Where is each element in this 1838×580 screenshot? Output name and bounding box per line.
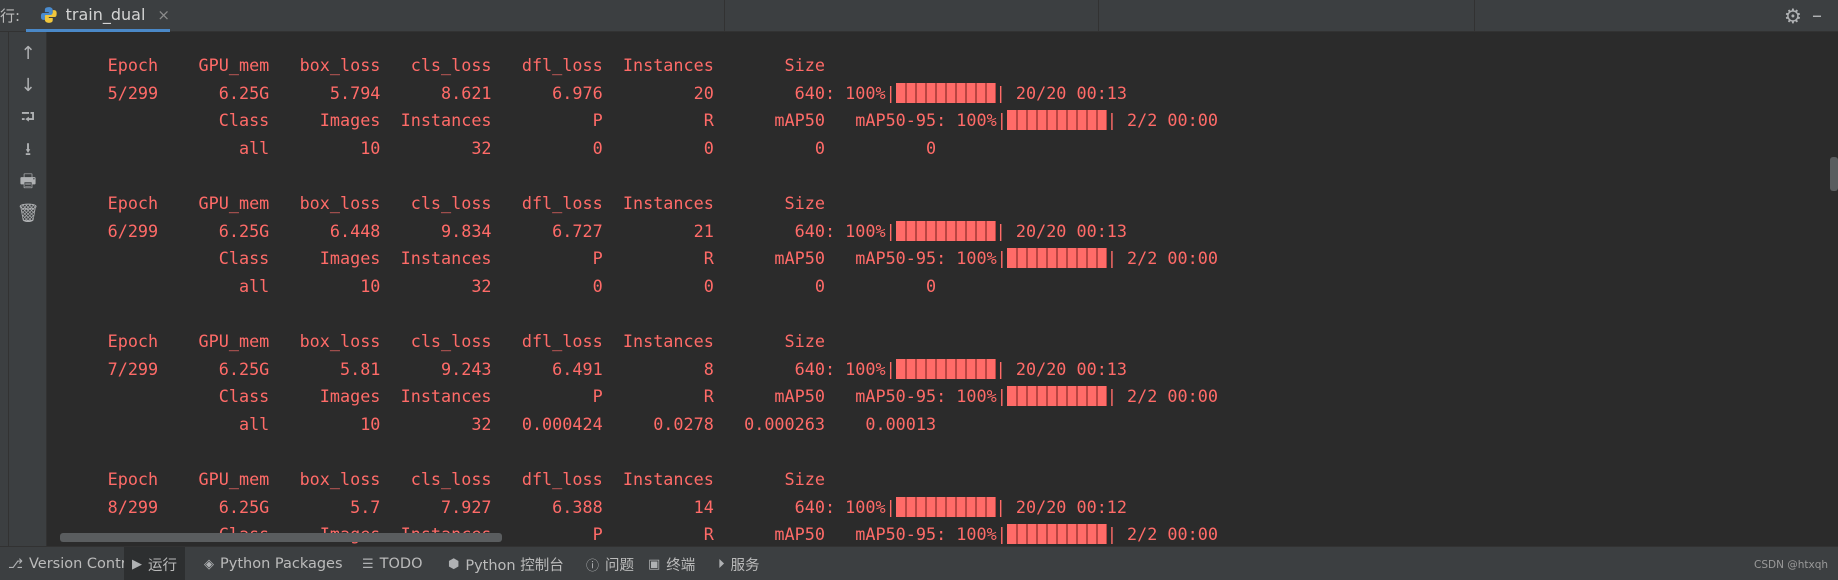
tab-label: 服务 <box>730 557 760 574</box>
console-text: Epoch GPU_mem box_loss cls_loss dfl_loss… <box>47 192 825 213</box>
down-arrow-icon[interactable]: ↓ <box>16 74 40 98</box>
console-line: all 10 32 0.000424 0.0278 0.000263 0.000… <box>47 411 1218 439</box>
bottom-tool-window-bar: ⎇ Version Control ▶ 运行 ◈ Python Packages ☰ TODO… <box>0 546 1838 580</box>
tab-icon: ▣ <box>648 556 661 572</box>
progress-bar <box>1006 248 1107 269</box>
console-text: Class Images Instances P R mAP50 mAP50-9… <box>47 248 1007 269</box>
console-text: Epoch GPU_mem box_loss cls_loss dfl_loss… <box>47 330 825 351</box>
run-toolbar: ↑ ↓ ⮒ ⭳ 🖶 🗑 <box>9 32 47 546</box>
tab-icon: ▶ <box>132 556 142 572</box>
console-line: Epoch GPU_mem box_loss cls_loss dfl_loss… <box>47 328 1218 356</box>
console-output[interactable]: Epoch GPU_mem box_loss cls_loss dfl_loss… <box>47 32 1838 546</box>
console-text: 6/299 6.25G 6.448 9.834 6.727 21 640: 10… <box>47 220 896 241</box>
console-line: 8/299 6.25G 5.7 7.927 6.388 14 640: 100%… <box>47 494 1218 522</box>
console-text: all 10 32 0 0 0 0 <box>47 275 937 296</box>
tab-icon: ☰ <box>362 556 374 572</box>
console-text: | 20/20 00:13 <box>995 82 1128 103</box>
tab-icon: ⬢ <box>448 556 460 572</box>
console-line: Epoch GPU_mem box_loss cls_loss dfl_loss… <box>47 190 1218 218</box>
tool-window-header: 行: train_dual × ⚙ – <box>0 0 1838 32</box>
header-divider <box>724 0 725 32</box>
left-edge-strip <box>0 32 9 546</box>
console-line: Class Images Instances P R mAP50 mAP50-9… <box>47 245 1218 273</box>
console-line: all 10 32 0 0 0 0 <box>47 273 1218 301</box>
console-text: | 20/20 00:13 <box>995 358 1128 379</box>
bottom-tab-3[interactable]: ◈ Python Packages <box>196 547 351 580</box>
header-divider <box>1098 0 1099 32</box>
progress-bar <box>895 82 996 103</box>
bottom-tab-8[interactable]: ⏵ 服务 <box>710 547 768 580</box>
console-line: Class Images Instances P R mAP50 mAP50-9… <box>47 383 1218 411</box>
console-line: Epoch GPU_mem box_loss cls_loss dfl_loss… <box>47 52 1218 80</box>
tab-label: Python Packages <box>220 556 343 572</box>
console-text: all 10 32 0.000424 0.0278 0.000263 0.000… <box>47 413 937 434</box>
console-lines: Epoch GPU_mem box_loss cls_loss dfl_loss… <box>47 52 1218 546</box>
progress-bar <box>895 220 996 241</box>
minimize-icon[interactable]: – <box>1812 3 1822 27</box>
bottom-tab-2[interactable]: ▶ 运行 <box>124 547 185 580</box>
vertical-scrollbar[interactable] <box>1830 157 1838 191</box>
tab-title: train_dual <box>65 5 146 24</box>
console-text: | 20/20 00:13 <box>995 220 1128 241</box>
tab-label: 运行 <box>148 557 177 574</box>
tab-label: Version Control <box>28 556 140 572</box>
console-text: 8/299 6.25G 5.7 7.927 6.388 14 640: 100%… <box>47 496 896 517</box>
run-window-label: 行: <box>0 7 21 25</box>
gear-icon[interactable]: ⚙ <box>1782 5 1804 27</box>
console-text: Class Images Instances P R mAP50 mAP50-9… <box>47 386 1007 407</box>
bottom-tab-7[interactable]: ▣ 终端 <box>640 547 703 580</box>
console-text: 5/299 6.25G 5.794 8.621 6.976 20 640: 10… <box>47 82 896 103</box>
trash-icon[interactable]: 🗑 <box>16 202 40 226</box>
progress-bar <box>1006 524 1107 545</box>
tab-label: 问题 <box>605 557 635 574</box>
console-line: 6/299 6.25G 6.448 9.834 6.727 21 640: 10… <box>47 218 1218 246</box>
console-text: 7/299 6.25G 5.81 9.243 6.491 8 640: 100%… <box>47 358 896 379</box>
python-icon <box>40 6 57 23</box>
console-text: | 2/2 00:00 <box>1106 110 1218 131</box>
console-line: Epoch GPU_mem box_loss cls_loss dfl_loss… <box>47 466 1218 494</box>
console-text: Epoch GPU_mem box_loss cls_loss dfl_loss… <box>47 55 825 75</box>
progress-bar <box>895 358 996 379</box>
bottom-tab-6[interactable]: ⓘ 问题 <box>578 547 642 580</box>
scroll-to-end-icon[interactable]: ⭳ <box>16 138 40 162</box>
progress-bar <box>1006 386 1107 407</box>
console-text: | 2/2 00:00 <box>1106 248 1218 269</box>
tab-icon: ◈ <box>204 556 214 572</box>
console-line: 7/299 6.25G 5.81 9.243 6.491 8 640: 100%… <box>47 356 1218 384</box>
soft-wrap-icon[interactable]: ⮒ <box>16 106 40 130</box>
close-icon[interactable]: × <box>157 6 170 24</box>
console-text: Epoch GPU_mem box_loss cls_loss dfl_loss… <box>47 468 825 489</box>
progress-bar <box>1006 110 1107 131</box>
console-text: | 2/2 00:00 <box>1106 386 1218 407</box>
horizontal-scrollbar[interactable] <box>60 533 502 542</box>
bottom-tab-4[interactable]: ☰ TODO <box>354 547 431 580</box>
header-divider <box>1474 0 1475 32</box>
tab-train-dual[interactable]: train_dual × <box>26 0 170 32</box>
watermark: CSDN @htxqh <box>1754 559 1829 571</box>
tab-icon: ⎇ <box>8 556 23 572</box>
bottom-tab-5[interactable]: ⬢ Python 控制台 <box>440 547 572 580</box>
console-line: 5/299 6.25G 5.794 8.621 6.976 20 640: 10… <box>47 80 1218 108</box>
tab-label: Python 控制台 <box>465 557 564 574</box>
print-icon[interactable]: 🖶 <box>16 170 40 194</box>
console-text: | 20/20 00:12 <box>995 496 1128 517</box>
tab-label: 终端 <box>666 557 696 574</box>
console-text: | 2/2 00:00 <box>1106 524 1218 545</box>
console-line: Class Images Instances P R mAP50 mAP50-9… <box>47 107 1218 135</box>
console-text: all 10 32 0 0 0 0 <box>47 137 937 158</box>
up-arrow-icon[interactable]: ↑ <box>16 42 40 66</box>
console-text: Class Images Instances P R mAP50 mAP50-9… <box>47 110 1007 131</box>
tab-icon: ⏵ <box>718 556 725 572</box>
tab-icon: ⓘ <box>586 558 600 574</box>
tab-label: TODO <box>379 556 423 572</box>
progress-bar <box>895 496 996 517</box>
console-line: all 10 32 0 0 0 0 <box>47 135 1218 163</box>
